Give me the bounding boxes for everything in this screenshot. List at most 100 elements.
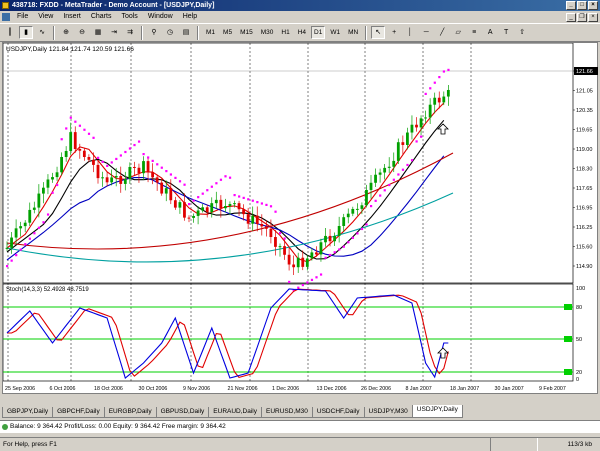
candle-body [155, 177, 159, 183]
sar-dot [56, 183, 59, 187]
chart-canvas[interactable]: 121.66 121.05 120.35 119.65 119.00 118.30 117.… [3, 43, 599, 395]
candle-body [42, 187, 45, 194]
menu-insert[interactable]: Insert [58, 11, 86, 23]
minimize-button[interactable]: _ [566, 1, 576, 10]
zoom-in-icon[interactable]: ⊕ [59, 26, 73, 39]
close-button[interactable]: × [588, 1, 598, 10]
zoom-out-icon[interactable]: ⊖ [75, 26, 89, 39]
timeframe-m30-button[interactable]: M30 [258, 26, 277, 39]
status-help-text: For Help, press F1 [3, 441, 57, 448]
status-connection-panel [490, 438, 538, 451]
channel-icon[interactable]: ▱ [451, 26, 465, 39]
sar-dot [42, 221, 45, 224]
timeframe-h4-button[interactable]: H4 [295, 26, 309, 39]
tab-gbpusd-daily[interactable]: GBPUSD,Daily [155, 407, 210, 418]
candle-body [205, 207, 209, 213]
text-tool-icon[interactable]: A [483, 26, 497, 39]
fibonacci-icon[interactable]: ≡ [467, 26, 481, 39]
sar-dot [351, 236, 354, 239]
menu-bar: File View Insert Charts Tools Window Hel… [0, 11, 600, 23]
candle-body [433, 97, 437, 105]
chart-type-line-icon[interactable]: ∿ [35, 26, 49, 39]
chart-type-candles-icon[interactable]: ▮ [19, 26, 33, 39]
candle-body [246, 214, 250, 224]
timeframe-h1-button[interactable]: H1 [278, 26, 292, 39]
menu-help[interactable]: Help [178, 11, 202, 23]
sar-dot [183, 183, 186, 186]
price-axis-label: 116.25 [576, 225, 592, 231]
sar-dot [288, 280, 291, 283]
date-axis-label: 21 Nov 2006 [228, 386, 258, 392]
trendline-icon[interactable]: ╱ [435, 26, 449, 39]
chart-window-icon[interactable] [2, 13, 10, 21]
vertical-line-icon[interactable]: │ [403, 26, 417, 39]
timeframe-m1-button[interactable]: M1 [203, 26, 218, 39]
candle-body [360, 205, 364, 209]
candle-body [237, 203, 241, 210]
sar-dot [83, 128, 86, 131]
menu-view[interactable]: View [33, 11, 58, 23]
sar-dot [10, 259, 13, 262]
tab-gbpjpy-daily[interactable]: GBPJPY,Daily [2, 407, 54, 418]
candle-body [101, 177, 104, 179]
tab-eurusd-m30[interactable]: EURUSD,M30 [261, 407, 313, 418]
crosshair-icon[interactable]: + [387, 26, 401, 39]
menu-tools[interactable]: Tools [116, 11, 142, 23]
tab-eurgbp-daily[interactable]: EURGBP,Daily [103, 407, 157, 418]
tab-gbpchf-daily[interactable]: GBPCHF,Daily [52, 407, 105, 418]
sar-dot [315, 276, 318, 279]
child-minimize-button[interactable]: _ [566, 13, 576, 22]
chart-window[interactable]: 121.66 121.05 120.35 119.65 119.00 118.30 117.… [2, 42, 598, 394]
sar-dot [379, 194, 382, 197]
timeframe-mn-button[interactable]: MN [345, 26, 361, 39]
candle-body [342, 217, 346, 227]
child-restore-button[interactable]: ❐ [577, 13, 587, 22]
candle-body [396, 142, 400, 161]
tab-usdjpy-daily[interactable]: USDJPY,Daily [411, 405, 463, 418]
horizontal-line-icon[interactable]: ─ [419, 26, 433, 39]
tab-usdjpy-m30[interactable]: USDJPY,M30 [363, 407, 413, 418]
arrows-tool-icon[interactable]: ⇧ [515, 26, 529, 39]
tile-windows-icon[interactable]: ▦ [91, 26, 105, 39]
child-close-button[interactable]: × [588, 13, 598, 22]
periods-clock-icon[interactable]: ◷ [163, 26, 177, 39]
sar-dot [228, 176, 232, 179]
candle-body [210, 203, 214, 213]
autoscroll-icon[interactable]: ⇉ [123, 26, 137, 39]
timeframe-w1-button[interactable]: W1 [327, 26, 343, 39]
menu-file[interactable]: File [12, 11, 33, 23]
timeframe-m5-button[interactable]: M5 [220, 26, 235, 39]
status-bar: For Help, press F1 113/3 kb [0, 437, 600, 451]
chart-shift-icon[interactable]: ⇥ [107, 26, 121, 39]
sar-dot [15, 254, 18, 257]
candle-body [292, 264, 296, 268]
maximize-button[interactable]: □ [577, 1, 587, 10]
cursor-icon[interactable]: ↖ [371, 26, 386, 39]
sar-dot [324, 256, 327, 259]
indicators-icon[interactable]: ⚲ [147, 26, 161, 39]
ma-slow-darkred-line [6, 152, 454, 250]
sar-dot [238, 195, 241, 198]
sar-dot [110, 161, 113, 164]
date-axis-label: 30 Oct 2006 [139, 386, 168, 392]
candle-body [346, 213, 350, 218]
sar-dot [306, 281, 309, 284]
chart-tabs: GBPJPY,Daily GBPCHF,Daily EURGBP,Daily G… [2, 405, 598, 418]
timeframe-m15-button[interactable]: M15 [237, 26, 256, 39]
chart-type-bars-icon[interactable]: ┃ [3, 26, 17, 39]
tab-usdchf-daily[interactable]: USDCHF,Daily [311, 407, 365, 418]
sar-dot [442, 70, 445, 73]
candle-body [46, 179, 50, 188]
sar-dot [78, 124, 81, 127]
templates-icon[interactable]: ▤ [179, 26, 193, 39]
timeframe-d1-button[interactable]: D1 [311, 26, 326, 39]
candle-body [160, 182, 164, 194]
tab-euraud-daily[interactable]: EURAUD,Daily [208, 407, 262, 418]
sar-dot [46, 213, 50, 216]
menu-window[interactable]: Window [143, 11, 178, 23]
candle-body [5, 247, 9, 249]
menu-charts[interactable]: Charts [86, 11, 117, 23]
sar-dot [151, 159, 154, 162]
candle-body [406, 132, 409, 145]
label-tool-icon[interactable]: T [499, 26, 513, 39]
